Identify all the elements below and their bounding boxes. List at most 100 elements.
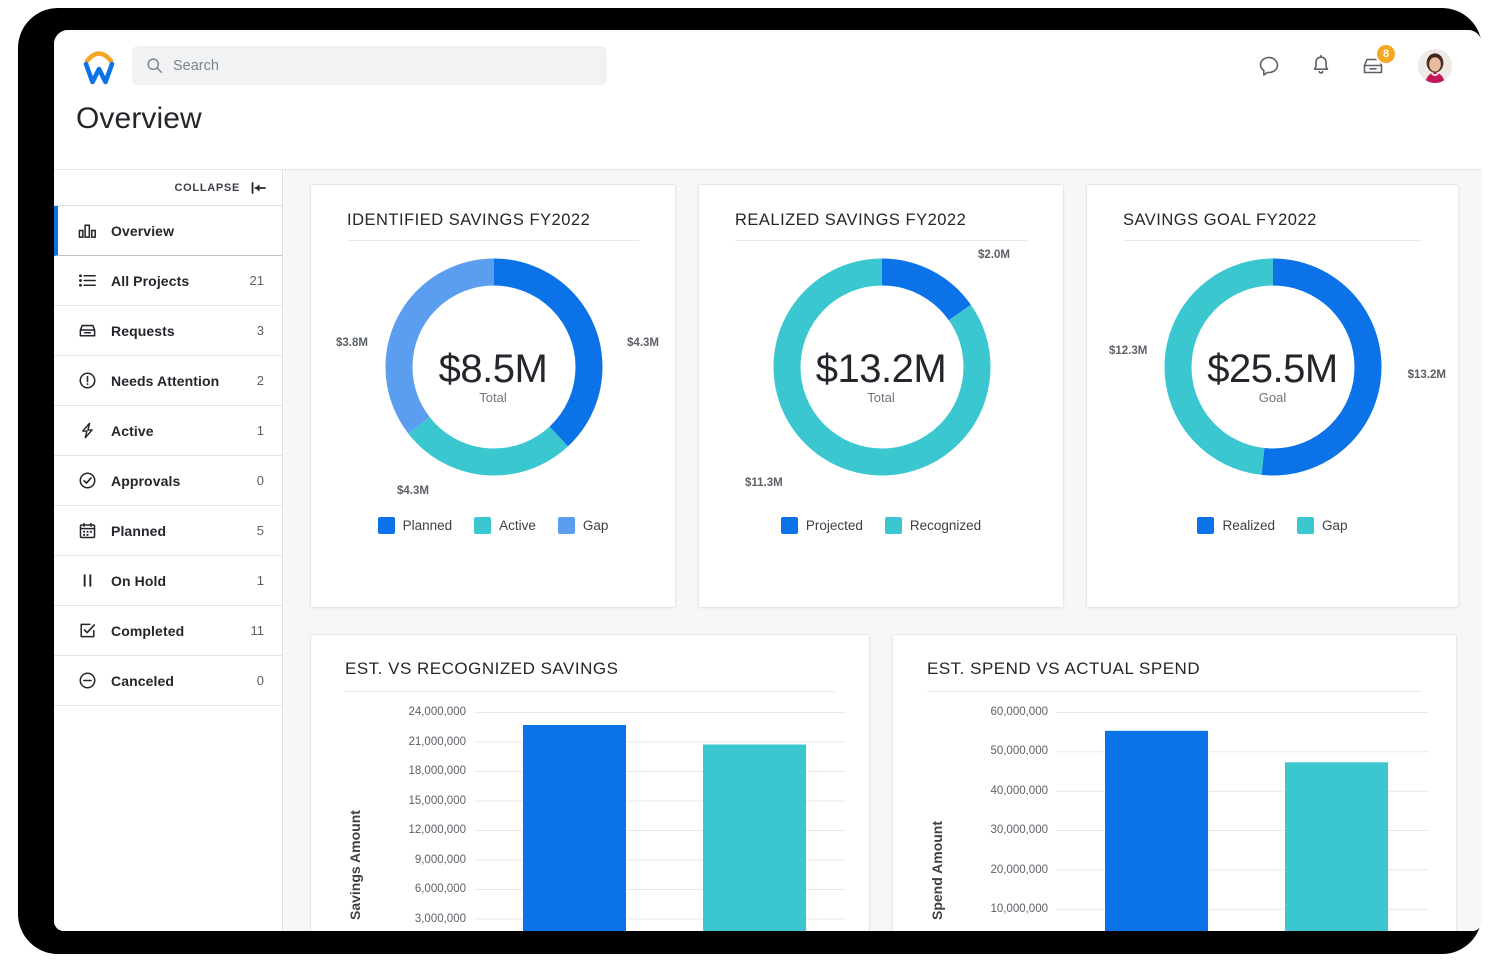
legend-item[interactable]: Planned: [377, 517, 453, 534]
legend-swatch: [474, 517, 492, 534]
card-title: SAVINGS GOAL FY2022: [1123, 211, 1317, 229]
sidebar-item-label: All Projects: [111, 272, 190, 289]
dashboard-content: IDENTIFIED SAVINGS FY2022 $8.5M Total $4…: [284, 170, 1482, 931]
sidebar-item-count: 21: [249, 273, 264, 288]
legend-label: Active: [499, 518, 536, 533]
y-axis-ticks: 60,000,000 50,000,000 40,000,000 30,000,…: [953, 706, 1048, 931]
card-title: EST. SPEND VS ACTUAL SPEND: [927, 659, 1201, 678]
sidebar-item-planned[interactable]: Planned 5: [54, 506, 282, 556]
slice-label-realized: $13.2M: [1407, 369, 1446, 381]
sidebar-item-active[interactable]: Active 1: [54, 406, 282, 456]
collapse-sidebar-button[interactable]: COLLAPSE: [54, 170, 282, 206]
sidebar-item-count: 2: [256, 373, 264, 388]
donut-chart-identified-savings: $8.5M Total $4.3M $4.3M $3.8M: [311, 241, 675, 511]
legend-label: Planned: [402, 518, 453, 533]
sidebar-item-requests[interactable]: Requests 3: [54, 306, 282, 356]
sidebar-item-label: On Hold: [111, 572, 167, 589]
sidebar-item-approvals[interactable]: Approvals 0: [54, 456, 282, 506]
search-bar[interactable]: [132, 46, 607, 85]
sidebar-item-label: Approvals: [111, 472, 181, 489]
sidebar-item-completed[interactable]: Completed 11: [54, 606, 282, 656]
y-axis-label: Spend Amount: [929, 820, 945, 920]
search-icon: [147, 58, 163, 74]
card-est-spend-vs-actual-spend: EST. SPEND VS ACTUAL SPEND Spend Amount …: [892, 634, 1457, 931]
sidebar-item-count: 5: [256, 523, 264, 538]
collapse-panel-icon: [251, 181, 266, 194]
y-tick: 6,000,000: [414, 883, 466, 895]
slice-label-active: $4.3M: [397, 485, 429, 497]
sidebar-item-canceled[interactable]: Canceled 0: [54, 656, 282, 706]
legend-item[interactable]: Realized: [1197, 517, 1275, 534]
y-tick: 20,000,000: [990, 863, 1048, 876]
search-input[interactable]: [173, 57, 593, 74]
y-axis-label: Savings Amount: [347, 810, 363, 920]
donut-card-row: IDENTIFIED SAVINGS FY2022 $8.5M Total $4…: [310, 184, 1468, 608]
card-savings-goal: SAVINGS GOAL FY2022 $25.5M Goal $13.2M $…: [1086, 184, 1459, 608]
top-navigation-bar: 8: [54, 30, 1482, 100]
legend-label: Projected: [805, 518, 863, 533]
y-tick: 60,000,000: [990, 706, 1048, 718]
legend-swatch: [1297, 517, 1314, 534]
sidebar-item-count: 11: [250, 623, 265, 638]
y-tick: 3,000,000: [414, 912, 466, 925]
donut-chart-realized-savings: $13.2M Total $2.0M $11.3M: [699, 241, 1063, 511]
check-circle-icon: [79, 472, 96, 489]
legend-swatch: [377, 517, 395, 534]
workday-logo-icon[interactable]: [76, 44, 122, 90]
y-tick: 21,000,000: [408, 735, 466, 748]
legend-label: Gap: [582, 518, 609, 533]
card-title: IDENTIFIED SAVINGS FY2022: [347, 211, 591, 229]
bar-chart-est-spend-vs-actual: Spend Amount 60,000,000 50,000,000 40,00…: [893, 692, 1456, 931]
bar-chart-est-vs-recognized: Savings Amount 24,000,000 21,000,000 18,…: [311, 692, 869, 931]
top-bar-actions: 8: [1256, 43, 1452, 88]
sidebar-item-needs-attention[interactable]: Needs Attention 2: [54, 356, 282, 406]
sidebar-item-all-projects[interactable]: All Projects 21: [54, 256, 282, 306]
slice-label-planned: $4.3M: [627, 337, 659, 349]
bell-icon[interactable]: [1308, 53, 1334, 79]
legend-item[interactable]: Active: [474, 517, 536, 534]
minus-circle-icon: [79, 672, 96, 689]
slice-label-gap: $12.3M: [1109, 345, 1148, 357]
sidebar-item-on-hold[interactable]: On Hold 1: [54, 556, 282, 606]
y-axis-ticks: 24,000,000 21,000,000 18,000,000 15,000,…: [371, 706, 466, 931]
sidebar-item-count: 0: [256, 673, 264, 688]
pause-icon: [83, 574, 92, 587]
sidebar-item-label: Completed: [111, 622, 185, 639]
inbox-tray-icon: [79, 324, 96, 337]
lightning-icon: [82, 422, 93, 439]
sidebar-item-overview[interactable]: Overview: [54, 206, 282, 256]
y-tick: 12,000,000: [408, 824, 466, 836]
card-title: EST. VS RECOGNIZED SAVINGS: [345, 659, 619, 678]
legend-item[interactable]: Recognized: [884, 517, 982, 534]
sidebar-item-count: 0: [256, 473, 264, 488]
alert-circle-icon: [79, 372, 96, 389]
sidebar: COLLAPSE Overview All Projects 21 Reques…: [54, 170, 283, 931]
inbox-badge: 8: [1375, 43, 1397, 65]
avatar[interactable]: [1418, 49, 1452, 83]
legend-label: Realized: [1222, 518, 1275, 533]
legend-swatch: [884, 517, 902, 534]
sidebar-item-label: Requests: [111, 322, 175, 339]
bar-plot-area: [1056, 712, 1428, 931]
sidebar-item-count: 3: [256, 323, 264, 338]
page-title: Overview: [76, 102, 202, 135]
sidebar-item-label: Needs Attention: [111, 372, 220, 389]
y-tick: 24,000,000: [408, 706, 466, 718]
card-identified-savings: IDENTIFIED SAVINGS FY2022 $8.5M Total $4…: [310, 184, 676, 608]
legend-item[interactable]: Gap: [1297, 517, 1348, 534]
card-est-vs-recognized-savings: EST. VS RECOGNIZED SAVINGS Savings Amoun…: [310, 634, 870, 931]
y-tick: 18,000,000: [408, 765, 466, 777]
chart-legend: Projected Recognized: [699, 517, 1063, 534]
legend-item[interactable]: Projected: [780, 517, 863, 534]
list-icon: [79, 274, 96, 287]
chat-bubble-icon[interactable]: [1256, 53, 1282, 79]
legend-label: Gap: [1322, 518, 1348, 533]
inbox-icon[interactable]: 8: [1360, 43, 1397, 79]
sidebar-item-count: 1: [256, 573, 264, 588]
legend-item[interactable]: Gap: [557, 517, 609, 534]
slice-label-recognized: $11.3M: [745, 477, 783, 489]
legend-label: Recognized: [909, 518, 982, 533]
y-tick: 50,000,000: [990, 745, 1048, 758]
y-tick: 30,000,000: [990, 824, 1048, 837]
bar-estimated-spend: [1105, 730, 1208, 931]
